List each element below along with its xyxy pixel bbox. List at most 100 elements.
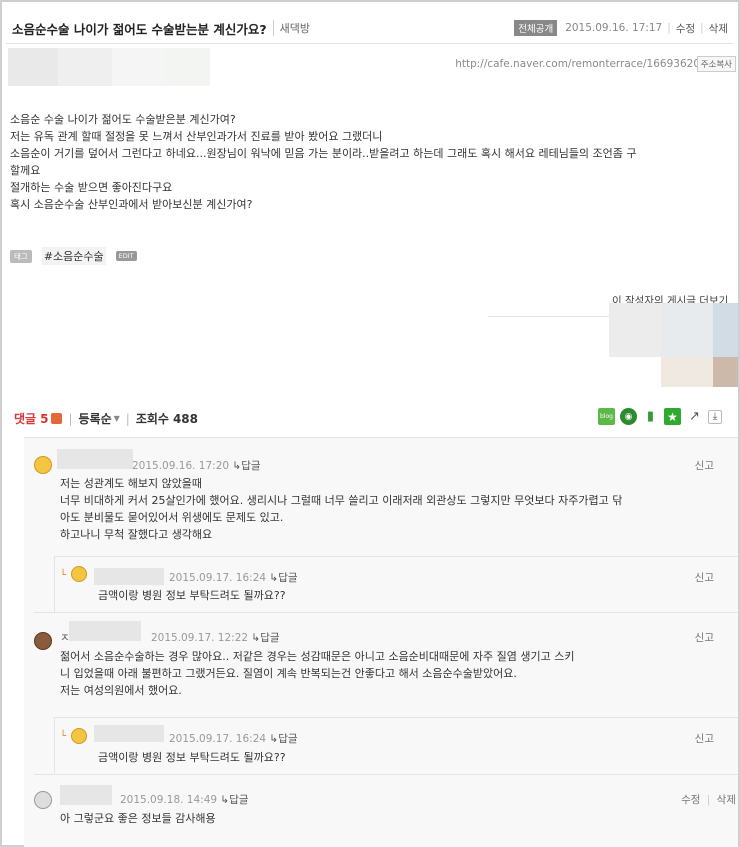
post-title: 소음순수술 나이가 젊어도 수술받는분 계신가요? (12, 21, 267, 37)
report-button[interactable]: 신고 (695, 458, 714, 473)
favorite-star-icon[interactable]: ★ (664, 408, 681, 425)
reply-button[interactable]: ↳답글 (232, 460, 260, 472)
comment-line: 젊어서 소음순수술하는 경우 많아요.. 저같은 경우는 성감때문은 아니고 소… (60, 650, 575, 663)
visibility-badge: 전체공개 (514, 20, 558, 36)
share-icons: blog ◉ ▮ ★ ↗ ⤓ (598, 408, 727, 425)
more-posts-thumbnail[interactable] (713, 357, 738, 387)
post-body: 소음순 수술 나이가 젊어도 수술받은분 계신가여? 저는 유독 관계 할때 절… (10, 111, 738, 213)
me2day-icon[interactable]: ◉ (620, 408, 637, 425)
copy-url-button[interactable]: 주소복사 (696, 56, 736, 72)
phone-icon[interactable]: ▮ (642, 408, 659, 425)
blog-icon[interactable]: blog (598, 408, 615, 425)
comment-date: 2015.09.16. 17:20 (132, 460, 230, 472)
comment-date: 2015.09.17. 16:24 (169, 733, 267, 745)
nickname-blur[interactable] (60, 785, 112, 805)
comment-count: 5 (40, 411, 49, 426)
post-url[interactable]: http://cafe.naver.com/remonterrace/16693… (455, 58, 700, 70)
sort-dropdown[interactable]: 등록순 (79, 410, 112, 427)
comment-meta: 2015.09.17. 12:22 ↳답글 (151, 630, 280, 645)
reply-button[interactable]: ↳답글 (220, 794, 248, 806)
comment-item: 2015.09.18. 14:49 ↳답글 수정 | 삭제 아 그렇군요 좋은 … (24, 774, 738, 834)
body-line: 저는 유독 관계 할때 절정을 못 느껴서 산부인과가서 진료를 받아 봤어요 … (10, 130, 383, 143)
edit-comment-button[interactable]: 수정 (681, 794, 700, 806)
author-level-blur (166, 48, 210, 86)
tag-edit-button[interactable]: EDIT (115, 251, 137, 261)
more-posts-thumbnail[interactable] (609, 303, 661, 357)
delete-comment-button[interactable]: 삭제 (717, 794, 736, 806)
comment-divider (34, 774, 738, 775)
post-datetime: 2015.09.16. 17:17 (565, 22, 663, 34)
comment-line: 아도 분비물도 묻어있어서 위생에도 문제도 있고. (60, 511, 284, 524)
comment-line: 금액이랑 병원 정보 부탁드려도 될까요?? (98, 589, 286, 602)
comment-label[interactable]: 댓글 (14, 410, 36, 427)
reply-arrow-icon: └ (60, 731, 67, 742)
reply-label[interactable]: 답글 (260, 632, 279, 644)
more-posts-thumbnail[interactable] (661, 357, 713, 387)
divider: | (125, 411, 130, 426)
report-button[interactable]: 신고 (695, 731, 714, 746)
divider: | (700, 22, 704, 34)
comment-date: 2015.09.18. 14:49 (120, 794, 218, 806)
avatar[interactable] (71, 728, 87, 744)
avatar[interactable] (34, 791, 52, 809)
reply-arrow-icon: └ (60, 570, 67, 581)
reply-label[interactable]: 답글 (229, 794, 248, 806)
new-comment-icon (51, 413, 63, 424)
nickname-blur[interactable] (57, 449, 133, 469)
views-count: 488 (172, 411, 199, 426)
more-posts-thumbnail[interactable] (661, 303, 713, 357)
download-icon[interactable]: ⤓ (708, 409, 722, 424)
more-posts-divider (488, 316, 612, 317)
comment-date: 2015.09.17. 16:24 (169, 572, 267, 584)
comment-item: ㅈ 2015.09.17. 12:22 ↳답글 신고 젊어서 소음순수술하는 경… (24, 612, 738, 718)
comment-line: 너무 비대하게 커서 25살인가에 했어요. 생리시나 그럴때 너무 쓸리고 이… (60, 494, 623, 507)
edit-post-button[interactable]: 수정 (676, 21, 695, 36)
views-label: 조회수 (135, 412, 169, 426)
more-posts-thumbnail[interactable] (713, 303, 738, 357)
reply-thread-line (54, 717, 55, 773)
body-line: 절개하는 수술 받으면 좋아진다구요 (10, 181, 173, 194)
avatar[interactable] (34, 632, 52, 650)
body-line: 소음순 수술 나이가 젊어도 수술받은분 계신가여? (10, 113, 236, 126)
author-avatar-blur (8, 48, 58, 86)
comment-line: 저는 성관계도 해보지 않았을때 (60, 477, 203, 490)
report-button[interactable]: 신고 (695, 570, 714, 585)
reply-button[interactable]: ↳답글 (269, 733, 297, 745)
comment-item: 2015.09.16. 17:20 ↳답글 신고 저는 성관계도 해보지 않았을… (24, 438, 738, 568)
comment-meta: 2015.09.17. 16:24 ↳답글 (169, 731, 298, 746)
comment-line: 니 입었을때 아래 불편하고 그랬거든요. 질염이 계속 반복되는건 안좋다고 … (60, 667, 517, 680)
nickname-blur[interactable] (94, 568, 164, 585)
comment-line: 하고나니 무척 잘했다고 생각해요 (60, 528, 213, 541)
author-info-blur (112, 48, 166, 86)
divider: | (68, 411, 73, 426)
body-line: 혹시 소음순수술 산부인과에서 받아보신분 계신가여? (10, 198, 253, 211)
reply-label[interactable]: 답글 (278, 733, 297, 745)
comment-text: 금액이랑 병원 정보 부탁드려도 될까요?? (98, 587, 286, 604)
chevron-down-icon[interactable]: ▼ (114, 414, 120, 423)
nickname-blur[interactable] (94, 725, 164, 742)
reply-button[interactable]: ↳답글 (269, 572, 297, 584)
divider: | (667, 22, 671, 34)
avatar[interactable] (34, 456, 52, 474)
comment-meta: 2015.09.17. 16:24 ↳답글 (169, 570, 298, 585)
share-icon[interactable]: ↗ (686, 408, 703, 425)
comment-text: 아 그렇군요 좋은 정보들 감사해용 (60, 810, 216, 827)
avatar[interactable] (71, 566, 87, 582)
comment-text: 저는 성관계도 해보지 않았을때 너무 비대하게 커서 25살인가에 했어요. … (60, 475, 622, 543)
comment-divider (34, 612, 738, 613)
tag-link[interactable]: #소음순수술 (41, 247, 106, 265)
nickname-blur[interactable] (69, 621, 141, 641)
tag-label: 태그 (10, 249, 32, 263)
reply-label[interactable]: 답글 (241, 460, 260, 472)
comment-actions: 수정 | 삭제 (681, 792, 736, 807)
reply-label[interactable]: 답글 (278, 572, 297, 584)
post-header: 소음순수술 나이가 젊어도 수술받는분 계신가요? 새댁방 전체공개 2015.… (12, 18, 728, 38)
report-button[interactable]: 신고 (695, 630, 714, 645)
board-link[interactable]: 새댁방 (272, 20, 310, 36)
delete-post-button[interactable]: 삭제 (709, 21, 728, 36)
reply-comment-item: └ 2015.09.17. 16:24 ↳답글 신고 금액이랑 병원 정보 부탁… (24, 717, 738, 777)
reply-button[interactable]: ↳답글 (251, 632, 279, 644)
post-actions: 전체공개 2015.09.16. 17:17 | 수정 | 삭제 (514, 20, 728, 36)
reply-thread-line (54, 556, 55, 612)
header-divider (6, 43, 734, 44)
